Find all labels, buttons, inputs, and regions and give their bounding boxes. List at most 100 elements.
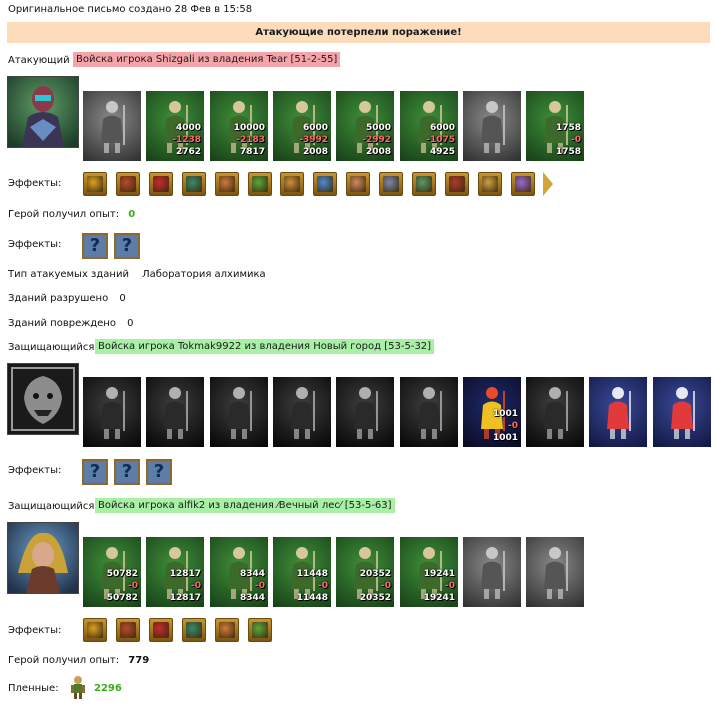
unit-tile[interactable]: 5000 -2992 2008 (336, 91, 394, 161)
unit-tile[interactable]: 6000 -1075 4925 (400, 91, 458, 161)
defender1-effects-label: Эффекты: (8, 465, 62, 476)
unit-tile[interactable] (463, 91, 521, 161)
box-icon[interactable] (478, 172, 502, 196)
unit-losses: -0 (255, 581, 265, 591)
defender1-label: Защищающийся (8, 342, 95, 353)
web-icon[interactable] (379, 172, 403, 196)
unit-tile[interactable]: 1758 -0 1758 (526, 91, 584, 161)
gear-icon[interactable] (116, 618, 140, 642)
effect-icon-inner (186, 176, 202, 192)
unit-count-end: 19241 (423, 593, 455, 603)
effect-icon-inner (416, 176, 432, 192)
unit-tile[interactable] (463, 537, 521, 607)
unit-figure-icon (164, 387, 188, 439)
ring-icon[interactable] (445, 172, 469, 196)
unit-tile[interactable]: 20352 -0 20352 (336, 537, 394, 607)
hearts-icon[interactable] (215, 618, 239, 642)
unit-tile[interactable]: 8344 -0 8344 (210, 537, 268, 607)
chest-icon[interactable] (116, 172, 140, 196)
unit-losses: -0 (508, 421, 518, 431)
unit-figure-icon (291, 387, 315, 439)
potion-icon[interactable] (248, 618, 272, 642)
unit-tile[interactable]: 12817 -0 12817 (146, 537, 204, 607)
defender2-troops-tag[interactable]: Войска игрока alfik2 из владения ⁄Вечный… (95, 498, 395, 513)
damaged-row: Зданий повреждено 0 (8, 318, 134, 329)
unit-tile[interactable] (653, 377, 711, 447)
unit-tile[interactable]: 6000 -3992 2008 (273, 91, 331, 161)
destroyed-row: Зданий разрушено 0 (8, 293, 126, 304)
effect-icon-inner (186, 622, 202, 638)
unit-figure-icon (481, 547, 505, 599)
unit-count-start: 6000 (302, 123, 328, 133)
unit-count-end: 7817 (239, 147, 265, 157)
unit-count-start: 19241 (423, 569, 455, 579)
defender1-hero-portrait[interactable] (7, 363, 79, 435)
unit-count-start: 11448 (296, 569, 328, 579)
shield-icon[interactable] (182, 172, 206, 196)
unknown-effect-icon[interactable]: ? (146, 459, 172, 485)
unit-tile[interactable] (83, 91, 141, 161)
sword-icon[interactable] (248, 172, 272, 196)
effect-icon-inner (219, 622, 235, 638)
unknown-effect-icon[interactable]: ? (82, 233, 108, 259)
unit-tile[interactable]: 11448 -0 11448 (273, 537, 331, 607)
unit-figure-icon (228, 387, 252, 439)
attacker-effects2-label: Эффекты: (8, 239, 62, 250)
effects-more-arrow-icon[interactable] (543, 172, 553, 196)
unit-tile[interactable] (146, 377, 204, 447)
attacker-exp-label: Герой получил опыт: 0 (8, 209, 135, 220)
effect-icon-inner (153, 622, 169, 638)
unit-losses: -1238 (172, 135, 201, 145)
staff-icon[interactable] (149, 618, 173, 642)
unit-tile[interactable]: 19241 -0 19241 (400, 537, 458, 607)
unit-tile[interactable] (336, 377, 394, 447)
unit-figure-icon (671, 387, 695, 439)
unknown-effect-icon[interactable]: ? (114, 233, 140, 259)
unit-losses: -0 (381, 581, 391, 591)
unit-tile[interactable]: 10000 -2183 7817 (210, 91, 268, 161)
unit-tile[interactable] (210, 377, 268, 447)
unit-tile[interactable]: 4000 -1238 2762 (146, 91, 204, 161)
exp-label-text: Герой получил опыт: (8, 209, 120, 220)
glove-icon[interactable] (313, 172, 337, 196)
dice-icon[interactable] (149, 172, 173, 196)
effect-icon-inner (87, 622, 103, 638)
defender1-troops-tag[interactable]: Войска игрока Tokmak9922 из владения Нов… (95, 339, 435, 354)
prisoner-unit-icon[interactable] (68, 675, 88, 699)
building-type-label: Тип атакуемых зданий (8, 269, 129, 280)
door-icon[interactable] (83, 618, 107, 642)
unit-count-end: 1758 (555, 147, 581, 157)
defender2-effects-label: Эффекты: (8, 625, 62, 636)
unit-tile[interactable] (400, 377, 458, 447)
unit-figure-icon (101, 101, 125, 153)
defender2-hero-portrait[interactable] (7, 522, 79, 594)
effect-icon-inner (87, 176, 103, 192)
scroll-icon[interactable] (346, 172, 370, 196)
unit-losses: -0 (128, 581, 138, 591)
effect-icon-inner (350, 176, 366, 192)
armor-icon[interactable] (412, 172, 436, 196)
unit-tile[interactable] (589, 377, 647, 447)
coins-icon[interactable] (83, 172, 107, 196)
unknown-effect-icon[interactable]: ? (82, 459, 108, 485)
attacker-troops-tag[interactable]: Войска игрока Shizgali из владения Tear … (73, 52, 341, 67)
unit-tile[interactable]: 50782 -0 50782 (83, 537, 141, 607)
attacker-hero-portrait[interactable] (7, 76, 79, 148)
handshake-icon[interactable] (215, 172, 239, 196)
unit-tile[interactable] (273, 377, 331, 447)
exp-value: 779 (128, 655, 150, 666)
heart-icon[interactable] (182, 618, 206, 642)
building-type-row: Тип атакуемых зданий Лаборатория алхимик… (8, 269, 266, 280)
unit-tile[interactable]: 1001 -0 1001 (463, 377, 521, 447)
unknown-effect-icon[interactable]: ? (114, 459, 140, 485)
staff-icon[interactable] (511, 172, 535, 196)
unit-count-start: 5000 (365, 123, 391, 133)
unit-tile[interactable] (83, 377, 141, 447)
effect-icon-inner (252, 622, 268, 638)
hands-icon[interactable] (280, 172, 304, 196)
defender2-label: Защищающийся (8, 501, 95, 512)
unit-tile[interactable] (526, 377, 584, 447)
unit-losses: -0 (191, 581, 201, 591)
unit-figure-icon (354, 387, 378, 439)
unit-tile[interactable] (526, 537, 584, 607)
